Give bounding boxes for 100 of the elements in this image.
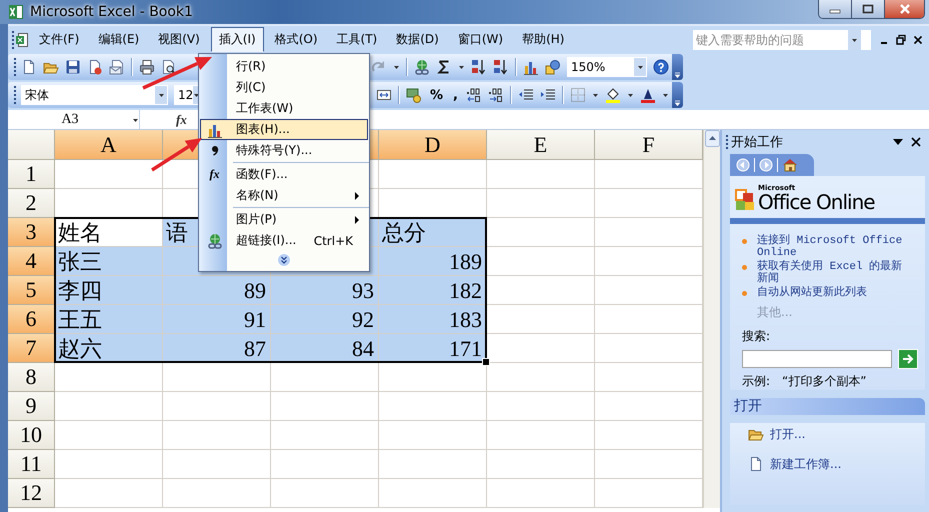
fill-color-icon[interactable] [605, 87, 621, 103]
drawing-icon[interactable] [545, 59, 561, 75]
menu-item[interactable]: 插入(I) [210, 27, 264, 52]
table-cell[interactable] [163, 450, 271, 479]
font-name-dropdown[interactable]: 宋体 [21, 85, 168, 105]
currency-icon[interactable] [406, 87, 422, 103]
go-button[interactable] [898, 349, 918, 369]
table-cell[interactable] [379, 479, 487, 508]
table-cell[interactable] [55, 450, 163, 479]
help-icon[interactable] [653, 59, 669, 75]
name-box[interactable]: A3 [8, 110, 140, 129]
toolbar-grip[interactable] [11, 30, 15, 50]
table-cell[interactable] [379, 160, 487, 189]
table-cell[interactable] [487, 479, 595, 508]
hyperlink-icon[interactable] [414, 59, 430, 75]
menu-item[interactable]: 窗口(W) [450, 27, 512, 52]
table-cell[interactable] [595, 160, 703, 189]
close-icon[interactable] [913, 34, 923, 46]
menu-item[interactable]: 视图(V) [150, 27, 208, 52]
close-button[interactable] [885, 0, 924, 18]
toolbar-grip[interactable] [13, 57, 17, 77]
menu-item[interactable]: 帮助(H) [514, 27, 572, 52]
table-cell[interactable] [595, 363, 703, 392]
table-cell[interactable] [595, 247, 703, 276]
table-cell[interactable] [595, 479, 703, 508]
menu-item[interactable]: 数据(D) [388, 27, 447, 52]
table-cell[interactable] [595, 305, 703, 334]
menu-item[interactable]: 工具(T) [328, 27, 386, 52]
table-cell[interactable] [487, 218, 595, 247]
row-header[interactable]: 11 [8, 450, 55, 479]
toolbar-options-button[interactable] [672, 54, 683, 80]
menu-item[interactable]: 行(R) [200, 56, 368, 77]
table-cell[interactable]: 87 [163, 334, 271, 363]
column-header[interactable]: D [379, 130, 487, 160]
menu-item[interactable]: fx 函数(F)... [200, 164, 368, 185]
table-cell[interactable] [487, 450, 595, 479]
row-header[interactable]: 12 [8, 479, 55, 508]
menu-item[interactable]: 名称(N) [200, 185, 368, 206]
decrease-decimal-icon[interactable] [488, 87, 504, 103]
table-cell[interactable] [163, 421, 271, 450]
table-cell[interactable]: 183 [379, 305, 487, 334]
table-cell[interactable] [487, 247, 595, 276]
table-cell[interactable] [55, 363, 163, 392]
save-icon[interactable] [65, 59, 81, 75]
fill-handle[interactable] [482, 358, 490, 366]
search-field[interactable] [742, 350, 892, 368]
table-cell[interactable] [487, 189, 595, 218]
table-cell[interactable] [487, 276, 595, 305]
chart-icon[interactable] [523, 59, 539, 75]
table-cell[interactable] [55, 392, 163, 421]
row-header[interactable]: 5 [8, 276, 55, 305]
comma-style-button[interactable]: , [453, 88, 458, 102]
font-color-icon[interactable] [640, 87, 656, 103]
menu-item[interactable]: 编辑(E) [90, 27, 148, 52]
sort-ascending-icon[interactable] [471, 59, 487, 75]
email-icon[interactable] [109, 59, 125, 75]
column-header[interactable]: E [487, 130, 595, 160]
restore-icon[interactable] [896, 34, 906, 46]
link[interactable]: 打开... [770, 426, 806, 442]
increase-decimal-icon[interactable] [466, 87, 482, 103]
row-header[interactable]: 9 [8, 392, 55, 421]
borders-icon[interactable] [570, 87, 586, 103]
vertical-scrollbar[interactable] [703, 130, 720, 508]
table-cell[interactable] [595, 392, 703, 421]
print-icon[interactable] [139, 59, 155, 75]
table-cell[interactable] [595, 276, 703, 305]
workbook-icon[interactable] [15, 32, 31, 48]
table-cell[interactable] [487, 160, 595, 189]
toolbar-grip[interactable] [13, 85, 17, 105]
table-cell[interactable] [163, 363, 271, 392]
column-header[interactable]: A [55, 130, 163, 160]
table-cell[interactable] [163, 392, 271, 421]
close-icon[interactable] [911, 137, 921, 147]
row-header[interactable]: 6 [8, 305, 55, 334]
table-cell[interactable] [271, 392, 379, 421]
table-cell[interactable]: 189 [379, 247, 487, 276]
link[interactable]: 获取有关使用 Excel 的最新新闻 [757, 260, 907, 286]
forward-icon[interactable] [759, 158, 773, 172]
table-cell[interactable]: 171 [379, 334, 487, 363]
table-cell[interactable] [379, 421, 487, 450]
table-cell[interactable] [487, 305, 595, 334]
table-cell[interactable] [271, 479, 379, 508]
table-cell[interactable]: 84 [271, 334, 379, 363]
column-header[interactable]: F [595, 130, 703, 160]
minimize-button[interactable] [819, 0, 852, 18]
table-cell[interactable]: 王五 [55, 305, 163, 334]
row-header[interactable]: 7 [8, 334, 55, 363]
row-header[interactable]: 10 [8, 421, 55, 450]
back-icon[interactable] [736, 158, 750, 172]
row-header[interactable]: 8 [8, 363, 55, 392]
row-header[interactable]: 4 [8, 247, 55, 276]
table-cell[interactable]: 张三 [55, 247, 163, 276]
help-search-field[interactable]: 键入需要帮助的问题 [693, 30, 871, 50]
new-document-icon[interactable] [21, 59, 37, 75]
print-preview-icon[interactable] [161, 59, 177, 75]
table-cell[interactable] [379, 450, 487, 479]
table-cell[interactable] [55, 479, 163, 508]
table-cell[interactable]: 182 [379, 276, 487, 305]
table-cell[interactable] [595, 334, 703, 363]
menu-item[interactable]: 工作表(W) [200, 98, 368, 119]
